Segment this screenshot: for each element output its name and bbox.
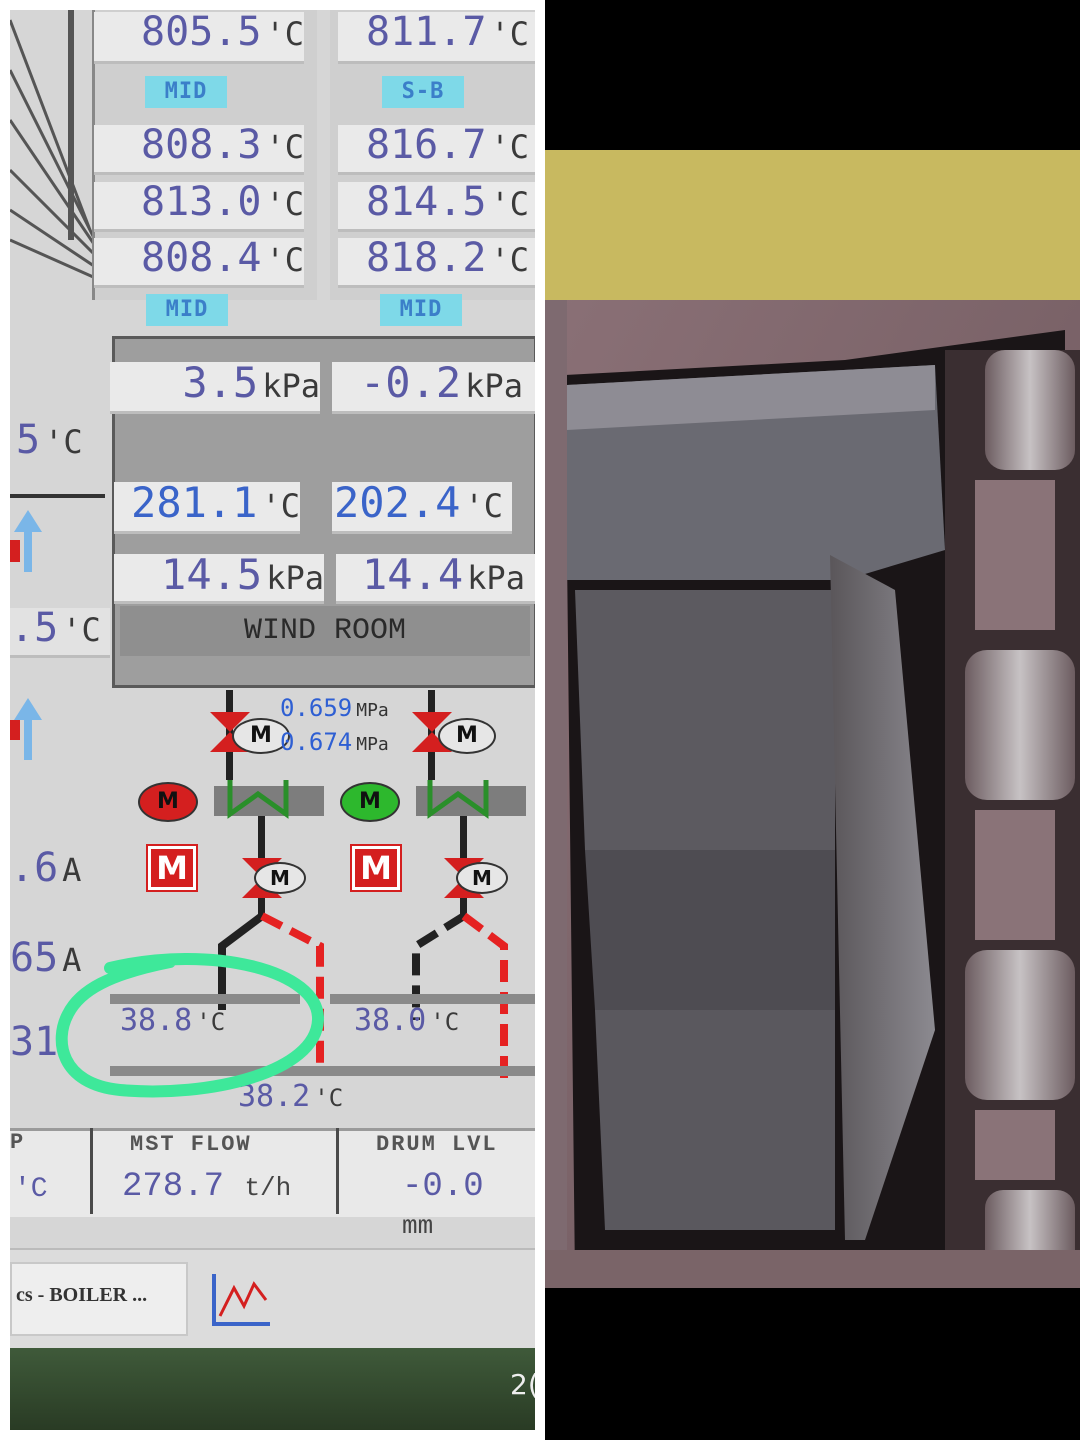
temp-mid-right: 202.4 'C	[332, 482, 512, 534]
pressure-readout-1: 0.659 MPa	[280, 694, 389, 722]
drum-level-value: -0.0 mm	[402, 1168, 484, 1241]
partial-temp-2: .5 'C	[10, 608, 110, 658]
pressure-left-1: 3.5 kPa	[110, 362, 320, 414]
motor-valve-icon-3[interactable]: M	[254, 862, 306, 894]
temp-right-2: 816.7 'C	[338, 125, 535, 175]
wind-room-label: WIND ROOM	[243, 614, 407, 648]
temp-pump-right: 38.0 'C	[354, 1003, 460, 1038]
monitor-bezel	[10, 1348, 535, 1430]
tag-mid-1: MID	[145, 76, 227, 108]
pressure-readout-2: 0.674 MPa	[280, 728, 389, 756]
temp-left-2: 808.3 'C	[94, 125, 304, 175]
temp-right-3: 814.5 'C	[338, 182, 535, 232]
taskbar-tab-label: cs - BOILER ...	[16, 1284, 148, 1306]
damper-photo-illustration	[545, 150, 1080, 1288]
arrow-up-icon-2	[10, 698, 42, 760]
manual-mode-badge-left[interactable]: M	[146, 844, 198, 892]
trend-chart-icon[interactable]	[208, 1270, 274, 1330]
pressure-left-2: 14.5 kPa	[114, 554, 324, 604]
pressure-right-1: -0.2 kPa	[332, 362, 535, 414]
equipment-photo	[545, 0, 1080, 1440]
mst-flow-label: MST FLOW	[130, 1132, 252, 1157]
status-col1-unit: 'C	[14, 1174, 48, 1205]
drum-level-label: DRUM LVL	[376, 1132, 498, 1157]
tag-mid-2: MID	[146, 294, 228, 326]
status-divider-2	[336, 1128, 339, 1214]
arrow-up-icon	[10, 510, 42, 572]
temp-left-1: 805.5 'C	[94, 12, 304, 64]
motor-valve-icon-2[interactable]: M	[438, 718, 496, 754]
pressure-right-2: 14.4 kPa	[336, 554, 535, 604]
partial-current-1: .6 A	[10, 845, 82, 891]
status-divider-1	[90, 1128, 93, 1214]
manual-mode-badge-right[interactable]: M	[350, 844, 402, 892]
highlight-circle-annotation	[55, 953, 325, 1098]
divider	[10, 494, 105, 498]
status-col1-header: P	[10, 1130, 24, 1155]
temp-right-1: 811.7 'C	[338, 12, 535, 64]
pump-motor-stopped-icon[interactable]: M	[138, 782, 198, 822]
temp-right-4: 818.2 'C	[338, 238, 535, 288]
mst-flow-value: 278.7 t/h	[122, 1168, 292, 1206]
temp-mid-left: 281.1 'C	[114, 482, 300, 534]
temp-left-3: 813.0 'C	[94, 182, 304, 232]
taskbar-tab-boiler[interactable]: cs - BOILER ...	[10, 1262, 188, 1336]
temp-left-4: 808.4 'C	[94, 238, 304, 288]
tag-mid-3: MID	[380, 294, 462, 326]
pump-motor-running-icon[interactable]: M	[340, 782, 400, 822]
corner-timestamp-fragment: 2(	[510, 1368, 535, 1401]
dcs-screen-photo: 805.5 'C MID 808.3 'C 813.0 'C 808.4 'C MID …	[10, 10, 535, 1430]
motor-valve-icon-4[interactable]: M	[456, 862, 508, 894]
tag-sb: S-B	[382, 76, 464, 108]
wind-room-bar: WIND ROOM	[120, 606, 530, 656]
partial-temp-1: 5 'C	[16, 417, 83, 463]
